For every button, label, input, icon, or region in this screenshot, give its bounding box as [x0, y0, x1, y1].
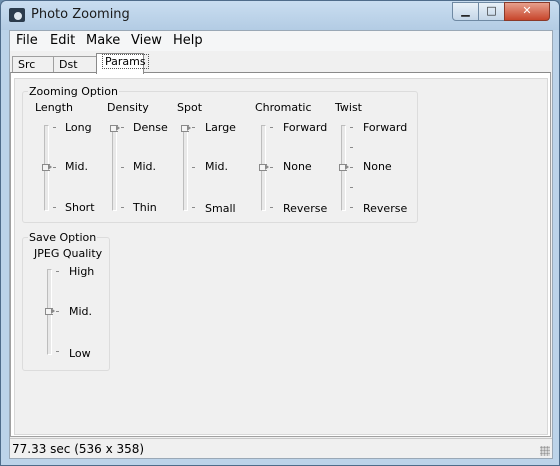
density-label: Density — [107, 101, 149, 114]
status-bar: 77.33 sec (536 x 358) — [10, 438, 552, 458]
tab-dst[interactable]: Dst — [53, 56, 97, 73]
twist-tick-reverse — [350, 207, 353, 208]
menu-make[interactable]: Make — [86, 33, 120, 48]
camera-icon — [9, 8, 25, 22]
minimize-icon: ▁ — [461, 4, 470, 17]
chromatic-option-none: None — [283, 160, 312, 173]
length-slider-thumb[interactable] — [42, 164, 52, 171]
jpeg-quality-tick-mid — [56, 311, 59, 312]
zooming-option-title: Zooming Option — [28, 85, 119, 98]
save-option-group: Save Option JPEG Quality High Mid. Low — [22, 231, 110, 371]
twist-tick-4 — [350, 187, 353, 188]
length-label: Length — [35, 101, 73, 114]
spot-slider-track[interactable] — [183, 125, 188, 211]
density-option-thin: Thin — [133, 201, 157, 214]
length-tick-short — [53, 207, 56, 208]
tab-params-label: Params — [102, 54, 149, 69]
jpeg-quality-tick-high — [56, 271, 59, 272]
params-content: Zooming Option Length Long Mid. Short De… — [14, 78, 548, 435]
chromatic-tick-none — [270, 167, 273, 168]
twist-tick-forward — [350, 127, 353, 128]
menu-view[interactable]: View — [131, 33, 162, 48]
length-tick-long — [53, 127, 56, 128]
tab-src-label: Src — [18, 58, 36, 71]
jpeg-quality-option-low: Low — [69, 347, 91, 360]
twist-label: Twist — [335, 101, 362, 114]
params-panel: Zooming Option Length Long Mid. Short De… — [10, 72, 551, 437]
tab-src[interactable]: Src — [12, 56, 54, 73]
twist-slider-thumb[interactable] — [339, 164, 349, 171]
menu-help[interactable]: Help — [173, 33, 203, 48]
density-slider-thumb[interactable] — [110, 125, 120, 132]
twist-option-forward: Forward — [363, 121, 408, 134]
density-tick-dense — [121, 127, 124, 128]
spot-label: Spot — [177, 101, 203, 114]
chromatic-tick-forward — [270, 127, 273, 128]
minimize-button[interactable]: ▁ — [452, 2, 479, 21]
length-option-long: Long — [65, 121, 92, 134]
tab-strip: Src Dst Params — [10, 52, 552, 74]
density-slider-track[interactable] — [112, 125, 117, 211]
tab-params[interactable]: Params — [96, 53, 149, 74]
close-icon: ✕ — [522, 4, 532, 17]
length-option-mid: Mid. — [65, 160, 89, 173]
spot-slider-thumb[interactable] — [181, 125, 191, 132]
close-button[interactable]: ✕ — [504, 2, 550, 21]
maximize-icon: □ — [486, 4, 497, 17]
resize-grip-icon[interactable] — [540, 446, 550, 456]
twist-option-reverse: Reverse — [363, 202, 408, 215]
jpeg-quality-label: JPEG Quality — [34, 247, 103, 260]
chromatic-label: Chromatic — [255, 101, 312, 114]
length-tick-mid — [53, 167, 56, 168]
spot-option-small: Small — [205, 202, 236, 215]
spot-option-mid: Mid. — [205, 160, 229, 173]
chromatic-tick-reverse — [270, 207, 273, 208]
chromatic-slider-thumb[interactable] — [259, 164, 269, 171]
density-option-dense: Dense — [133, 121, 168, 134]
menu-edit[interactable]: Edit — [50, 33, 75, 48]
zooming-option-group: Zooming Option Length Long Mid. Short De… — [22, 85, 418, 223]
spot-option-large: Large — [205, 121, 236, 134]
menu-file[interactable]: File — [16, 33, 38, 48]
status-text: 77.33 sec (536 x 358) — [12, 442, 145, 456]
client-area: File Edit Make View Help Src Dst Params … — [9, 30, 553, 459]
maximize-button[interactable]: □ — [478, 2, 505, 21]
chromatic-option-reverse: Reverse — [283, 202, 328, 215]
spot-tick-large — [192, 127, 195, 128]
length-option-short: Short — [65, 201, 95, 214]
twist-tick-2 — [350, 147, 353, 148]
jpeg-quality-option-high: High — [69, 265, 95, 278]
window-title: Photo Zooming — [31, 7, 130, 22]
jpeg-quality-slider-thumb[interactable] — [45, 308, 55, 315]
density-option-mid: Mid. — [133, 160, 157, 173]
density-tick-thin — [121, 207, 124, 208]
menu-bar: File Edit Make View Help — [10, 31, 552, 51]
chromatic-option-forward: Forward — [283, 121, 328, 134]
tab-dst-label: Dst — [59, 58, 78, 71]
twist-option-none: None — [363, 160, 392, 173]
app-window: Photo Zooming ▁ □ ✕ File Edit Make View … — [0, 0, 560, 466]
density-tick-mid — [121, 167, 124, 168]
save-option-title: Save Option — [28, 231, 98, 244]
twist-tick-none — [350, 167, 353, 168]
jpeg-quality-tick-low — [56, 351, 59, 352]
jpeg-quality-option-mid: Mid. — [69, 305, 93, 318]
spot-tick-mid — [192, 167, 195, 168]
title-bar[interactable]: Photo Zooming ▁ □ ✕ — [1, 1, 559, 30]
spot-tick-small — [192, 207, 195, 208]
